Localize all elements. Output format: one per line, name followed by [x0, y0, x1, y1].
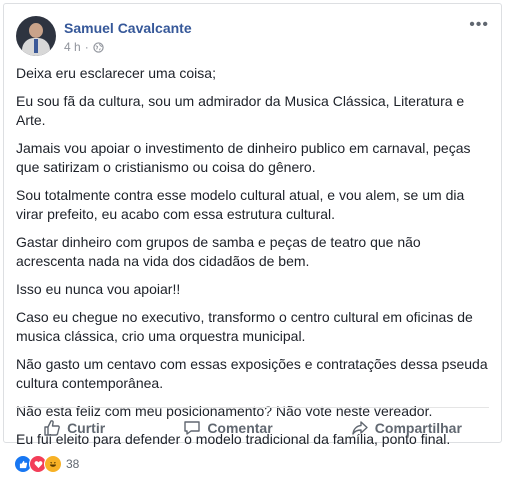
post-time[interactable]: 4 h — [64, 40, 81, 54]
post-paragraph: Eu sou fã da cultura, sou um admirador d… — [16, 93, 465, 128]
reaction-count: 38 — [66, 457, 80, 471]
separator-dot: · — [84, 40, 89, 54]
post-text: Deixa eru esclarecer uma coisa; Eu sou f… — [16, 64, 491, 458]
author-avatar[interactable] — [16, 16, 56, 56]
share-icon — [352, 421, 368, 435]
comment-label: Comentar — [207, 420, 273, 436]
actions-divider — [16, 407, 489, 408]
thumbs-up-icon — [44, 420, 60, 436]
like-button[interactable]: Curtir — [43, 419, 105, 437]
like-label: Curtir — [67, 420, 106, 436]
comment-icon — [184, 421, 201, 435]
post-paragraph: Caso eu chegue no executivo, transformo … — [16, 309, 473, 344]
author-name[interactable]: Samuel Cavalcante — [64, 20, 192, 36]
post-actions: Curtir Comentar Compartilhar — [4, 414, 501, 442]
post-paragraph: Jamais vou apoiar o investimento de dinh… — [16, 140, 471, 175]
more-options-icon[interactable]: ••• — [469, 16, 489, 34]
share-button[interactable]: Compartilhar — [351, 419, 462, 437]
globe-icon[interactable] — [93, 41, 104, 53]
haha-icon — [44, 455, 62, 473]
share-label: Compartilhar — [374, 420, 462, 436]
post-paragraph: Isso eu nunca vou apoiar!! — [16, 281, 181, 297]
reaction-summary[interactable]: 38 — [14, 455, 79, 473]
post-paragraph: Gastar dinheiro com grupos de samba e pe… — [16, 234, 421, 269]
post-meta: 4 h · — [64, 40, 104, 54]
comment-button[interactable]: Comentar — [183, 419, 273, 437]
post-paragraph: Não gasto um centavo com essas exposiçõe… — [16, 356, 488, 391]
post-card: Samuel Cavalcante 4 h · ••• Deixa eru es… — [3, 3, 502, 447]
post-paragraph: Sou totalmente contra esse modelo cultur… — [16, 187, 465, 222]
post-paragraph: Deixa eru esclarecer uma coisa; — [16, 65, 216, 81]
